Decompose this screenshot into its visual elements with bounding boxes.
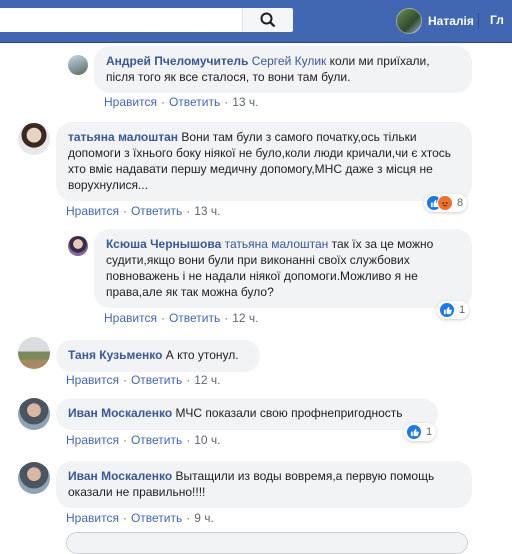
comment-actions: Нравится · Ответить · 9 ч. [66,511,214,525]
comment-bubble: Таня Кузьменко А кто утонул. [56,340,260,372]
like-link[interactable]: Нравится [66,373,119,387]
reply-link[interactable]: Ответить [169,311,220,325]
comment-actions: Нравится · Ответить · 12 ч. [104,311,259,325]
like-link[interactable]: Нравится [66,511,119,525]
comment-text: МЧС показали свою профнепригодность [175,406,403,420]
comment-author[interactable]: Андрей Пчеломучитель [106,54,248,68]
like-link[interactable]: Нравится [66,433,119,447]
reaction-count: 1 [459,304,466,316]
comment-bubble: татьяна малоштан Вони там були з самого … [56,122,472,201]
comment-actions: Нравится · Ответить · 13 ч. [66,204,221,218]
comment-bubble: Андрей Пчеломучитель Сергей Кулик коли м… [94,46,472,93]
timestamp[interactable]: 13 ч. [232,95,258,109]
reply-link[interactable]: Ответить [131,433,182,447]
reactions-summary[interactable]: 1 [404,423,437,441]
comment-actions: Нравится · Ответить · 10 ч. [66,433,221,447]
comment-bubble: Иван Москаленко МЧС показали свою профне… [56,398,438,430]
mentioned-user[interactable]: Сергей Кулик [252,54,327,68]
timestamp[interactable]: 10 ч. [194,433,220,447]
timestamp[interactable]: 12 ч. [194,373,220,387]
like-link[interactable]: Нравится [66,204,119,218]
avatar[interactable] [68,55,88,75]
avatar[interactable] [68,236,88,256]
avatar[interactable] [18,123,50,155]
timestamp[interactable]: 12 ч. [232,311,258,325]
timestamp[interactable]: 13 ч. [194,204,220,218]
reactions-summary[interactable]: 8 [424,194,468,212]
mentioned-user[interactable]: татьяна малоштан [225,237,329,251]
comment-bubble: Ксюша Чернышова татьяна малоштан так їх … [94,229,472,308]
angry-reaction-icon [437,195,453,211]
reply-link[interactable]: Ответить [131,204,182,218]
profile-name: Наталія [428,14,474,28]
reaction-count: 1 [426,426,433,438]
comment-author[interactable]: Иван Москаленко [68,406,172,420]
avatar[interactable] [18,462,50,494]
profile-link[interactable]: Наталія [396,8,474,34]
avatar[interactable] [18,398,50,430]
comment-actions: Нравится · Ответить · 13 ч. [104,95,259,109]
comment-author[interactable]: Иван Москаленко [68,469,172,483]
timestamp[interactable]: 9 ч. [194,511,214,525]
reply-link[interactable]: Ответить [131,511,182,525]
like-reaction-icon [439,302,455,318]
comment-text: А кто утонул. [165,348,239,362]
divider [478,13,479,29]
top-navigation-bar: Наталія Гл [0,0,512,43]
comment-actions: Нравится · Ответить · 12 ч. [66,373,221,387]
like-link[interactable]: Нравится [104,95,157,109]
comment-input[interactable] [66,532,468,554]
search-input[interactable] [0,8,293,32]
comment-author[interactable]: татьяна малоштан [68,130,178,144]
nav-link-home[interactable]: Гл [490,13,504,27]
like-reaction-icon [406,424,422,440]
reactions-summary[interactable]: 1 [437,301,470,319]
comment-author[interactable]: Ксюша Чернышова [106,237,221,251]
reply-link[interactable]: Ответить [131,373,182,387]
avatar [396,8,422,34]
like-link[interactable]: Нравится [104,311,157,325]
search-button[interactable] [242,8,293,32]
reply-link[interactable]: Ответить [169,95,220,109]
comment-bubble: Иван Москаленко Вытащили из воды вовремя… [56,461,472,508]
avatar[interactable] [18,337,50,369]
comment-author[interactable]: Таня Кузьменко [68,348,162,362]
search-icon [260,12,276,28]
reaction-count: 8 [457,197,464,209]
